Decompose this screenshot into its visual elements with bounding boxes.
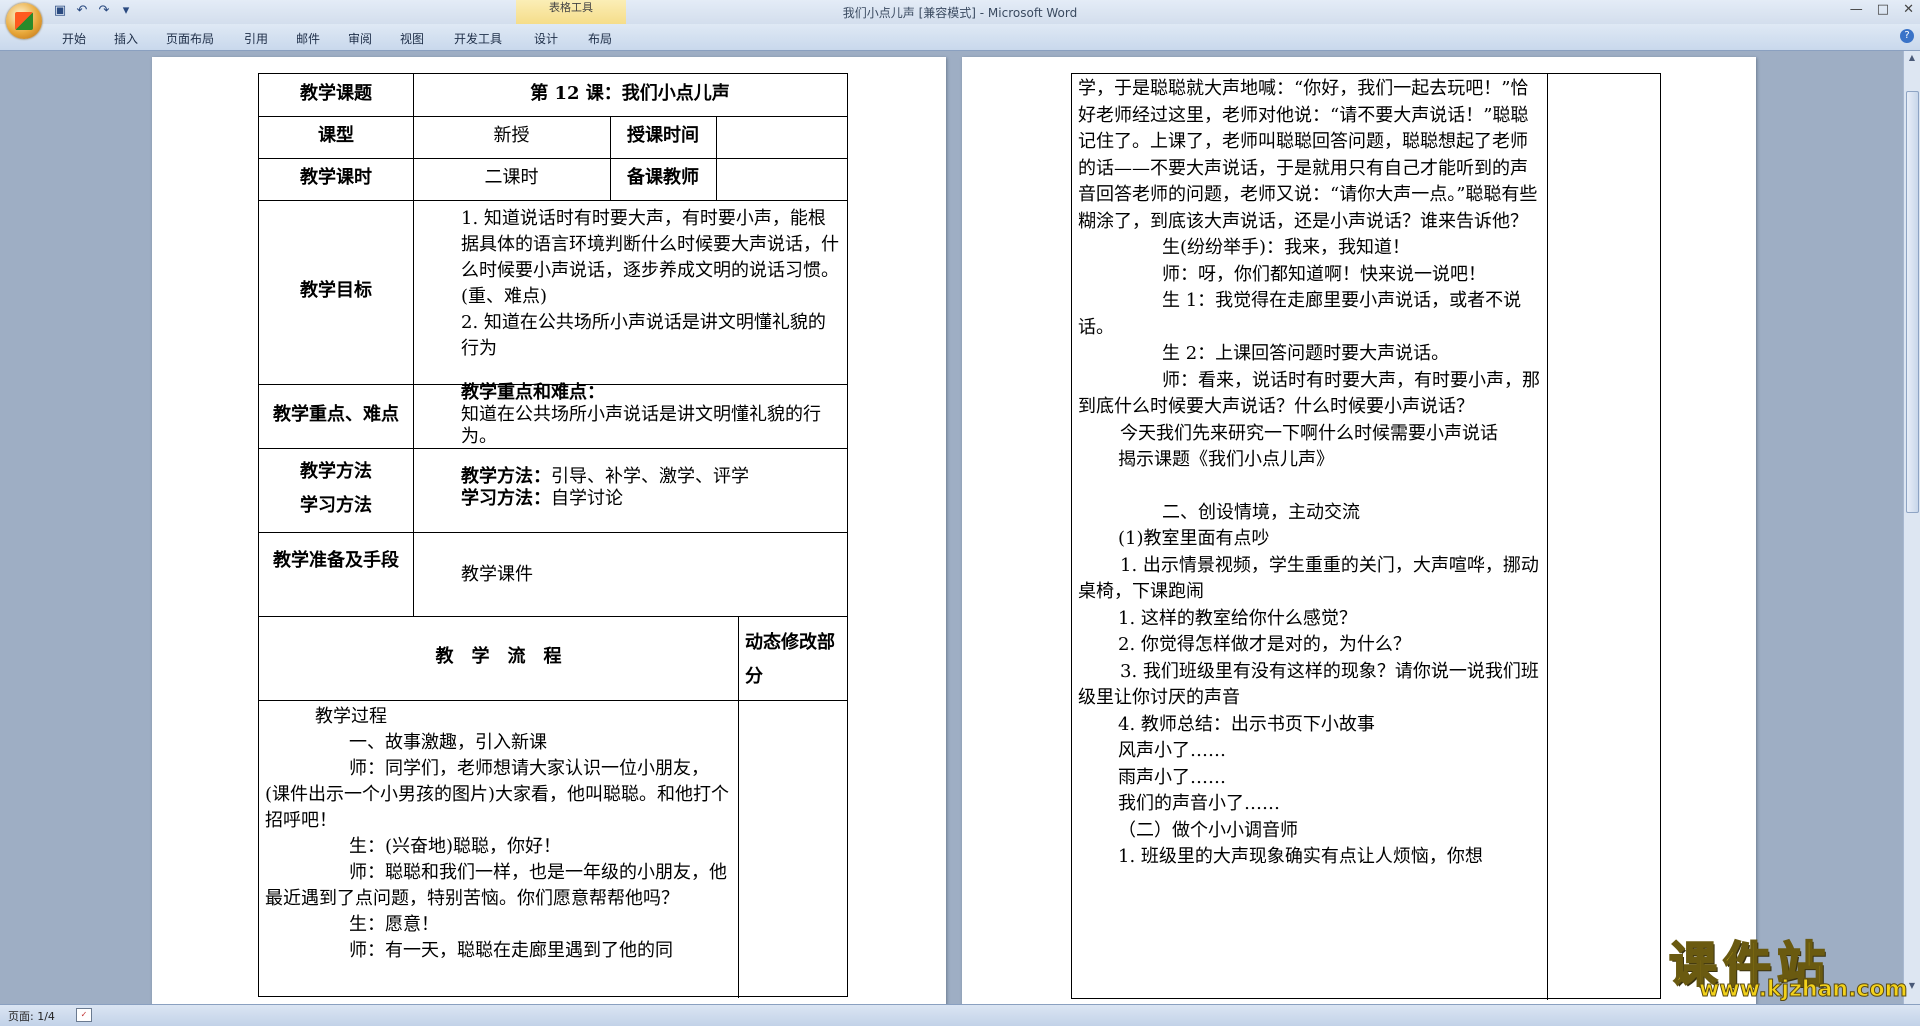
tab-developer[interactable]: 开发工具 bbox=[454, 30, 502, 47]
right-para-15: 3. 我们班级里有没有这样的现象？请你说一说我们班级里让你讨厌的声音 bbox=[1078, 660, 1539, 709]
document-workspace: 教学课题 第 12 课：我们小点儿声 课型 新授 授课时间 教学课时 二课时 备… bbox=[0, 51, 1904, 1004]
right-para-3: 师：呀，你们都知道啊！快来说一说吧！ bbox=[1162, 263, 1486, 285]
office-logo-icon bbox=[15, 12, 33, 30]
key-label: 教学重点、难点 bbox=[273, 404, 399, 425]
office-button[interactable] bbox=[6, 3, 42, 39]
window-controls: — □ ✕ bbox=[1850, 2, 1914, 17]
goal-text: 1. 知道说话时有时要大声，有时要小声，能根据具体的语言环境判断什么时候要大声说… bbox=[421, 206, 841, 362]
prep-label: 教学准备及手段 bbox=[273, 550, 399, 571]
process-text: 教学过程 一、故事激趣，引入新课 师：同学们，老师想请大家认识一位小朋友，(课件… bbox=[265, 704, 733, 964]
process-line-7: 师：有一天，聪聪在走廊里遇到了他的同 bbox=[349, 940, 673, 961]
process-line-2: 一、故事激趣，引入新课 bbox=[349, 732, 547, 753]
method-text: 教学方法：引导、补学、激学、评学 学习方法：自学讨论 bbox=[421, 466, 841, 510]
goal-1: 1. 知道说话时有时要大声，有时要小声，能根据具体的语言环境判断什么时候要大声说… bbox=[461, 208, 839, 307]
method-value-learn: 自学讨论 bbox=[551, 488, 623, 509]
type-value: 新授 bbox=[493, 125, 530, 146]
right-para-17: 风声小了…… bbox=[1118, 740, 1226, 761]
close-icon[interactable]: ✕ bbox=[1903, 2, 1914, 17]
watermark-url: www.kjzhan.com bbox=[1699, 977, 1909, 1003]
help-icon[interactable]: ? bbox=[1900, 29, 1914, 43]
method-value-teach: 引导、补学、激学、评学 bbox=[551, 466, 749, 487]
key-text: 教学重点和难点： 知道在公共场所小声说话是讲文明懂礼貌的行为。 bbox=[421, 382, 841, 448]
key-title: 教学重点和难点： bbox=[461, 382, 605, 403]
right-para-11: (1)教室里面有点吵 bbox=[1118, 528, 1270, 549]
right-para-12: 1. 出示情景视频，学生重重的关门，大声喧哗，挪动桌椅，下课跑闹 bbox=[1078, 554, 1539, 603]
method-labels: 教学方法 学习方法 bbox=[259, 455, 413, 523]
method-title-learn: 学习方法： bbox=[461, 488, 551, 509]
process-line-3: 师：同学们，老师想请大家认识一位小朋友，(课件出示一个小男孩的图片)大家看，他叫… bbox=[265, 758, 730, 831]
right-para-2: 生(纷纷举手)：我来，我知道！ bbox=[1162, 237, 1411, 258]
right-para-10: 二、创设情境，主动交流 bbox=[1162, 501, 1360, 523]
right-para-4: 生 1：我觉得在走廊里要小声说话，或者不说话。 bbox=[1078, 290, 1522, 338]
minimize-icon[interactable]: — bbox=[1850, 2, 1863, 17]
flow-label: 教 学 流 程 bbox=[435, 646, 562, 667]
process-line-4: 生：(兴奋地)聪聪，你好！ bbox=[349, 836, 562, 857]
key-content: 知道在公共场所小声说话是讲文明懂礼貌的行为。 bbox=[461, 404, 821, 447]
maximize-icon[interactable]: □ bbox=[1877, 2, 1889, 17]
method-label-teach: 教学方法 bbox=[300, 461, 372, 482]
right-para-21: 1. 班级里的大声现象确实有点让人烦恼，你想 bbox=[1118, 846, 1483, 867]
scroll-up-icon[interactable]: ▲ bbox=[1907, 53, 1917, 62]
kjzhan-watermark-logo: 课件站 www.kjzhan.com bbox=[1665, 925, 1909, 1005]
right-para-5: 生 2：上课回答问题时要大声说话。 bbox=[1162, 343, 1450, 364]
continued-table: 学，于是聪聪就大声地喊：“你好，我们一起去玩吧！”恰好老师经过这里，老师对他说：… bbox=[1071, 73, 1661, 1000]
right-para-13: 1. 这样的教室给你什么感觉？ bbox=[1118, 607, 1357, 629]
scroll-thumb[interactable] bbox=[1906, 91, 1919, 513]
dynamic-label: 动态修改部分 bbox=[745, 632, 835, 687]
process-line-1: 教学过程 bbox=[315, 706, 387, 727]
tab-references[interactable]: 引用 bbox=[244, 30, 268, 47]
hours-value: 二课时 bbox=[484, 167, 539, 188]
right-para-19: 我们的声音小了…… bbox=[1118, 793, 1280, 814]
right-para-1: 学，于是聪聪就大声地喊：“你好，我们一起去玩吧！”恰好老师经过这里，老师对他说：… bbox=[1078, 78, 1538, 232]
right-para-8: 揭示课题《我们小点儿声》 bbox=[1118, 449, 1334, 470]
page-right: 学，于是聪聪就大声地喊：“你好，我们一起去玩吧！”恰好老师经过这里，老师对他说：… bbox=[962, 57, 1756, 1004]
type-label: 课型 bbox=[318, 125, 354, 146]
tab-layout[interactable]: 布局 bbox=[588, 30, 612, 47]
right-para-14: 2. 你觉得怎样做才是对的，为什么？ bbox=[1118, 634, 1411, 655]
right-para-9 bbox=[1078, 474, 1540, 500]
scroll-down-icon[interactable]: ▼ bbox=[1907, 981, 1917, 990]
tab-mailings[interactable]: 邮件 bbox=[296, 30, 320, 47]
time-label: 授课时间 bbox=[627, 125, 699, 146]
proofing-icon[interactable]: ✓ bbox=[76, 1008, 92, 1022]
method-title-teach: 教学方法： bbox=[461, 466, 551, 487]
title-bar: ▣ ↶ ↷ ▾ 表格工具 我们小点儿声 [兼容模式] - Microsoft W… bbox=[0, 0, 1920, 25]
hours-label: 教学课时 bbox=[300, 167, 372, 188]
continued-text: 学，于是聪聪就大声地喊：“你好，我们一起去玩吧！”恰好老师经过这里，老师对他说：… bbox=[1078, 76, 1540, 871]
right-para-20: （二）做个小小调音师 bbox=[1118, 819, 1298, 841]
process-line-6: 生：愿意！ bbox=[349, 914, 439, 935]
tab-review[interactable]: 审阅 bbox=[348, 30, 372, 47]
window-title: 我们小点儿声 [兼容模式] - Microsoft Word bbox=[842, 6, 1078, 20]
status-bar: 页面: 1/4 ✓ bbox=[0, 1004, 1920, 1026]
process-line-5: 师：聪聪和我们一样，也是一年级的小朋友，他最近遇到了点问题，特别苦恼。你们愿意帮… bbox=[265, 862, 727, 909]
tab-home[interactable]: 开始 bbox=[62, 30, 86, 47]
tab-insert[interactable]: 插入 bbox=[114, 30, 138, 47]
tab-page-layout[interactable]: 页面布局 bbox=[166, 30, 214, 47]
method-label-learn: 学习方法 bbox=[300, 495, 372, 516]
ribbon-tabs: 开始 插入 页面布局 引用 邮件 审阅 视图 开发工具 设计 布局 ? bbox=[0, 24, 1920, 51]
teacher-label: 备课教师 bbox=[627, 167, 699, 188]
page-left: 教学课题 第 12 课：我们小点儿声 课型 新授 授课时间 教学课时 二课时 备… bbox=[152, 57, 946, 1004]
vertical-scrollbar[interactable]: ▲ ▼ bbox=[1903, 51, 1920, 1004]
goal-label: 教学目标 bbox=[300, 280, 372, 301]
tab-design[interactable]: 设计 bbox=[534, 30, 558, 47]
goal-2: 2. 知道在公共场所小声说话是讲文明懂礼貌的行为 bbox=[461, 312, 826, 359]
right-para-16: 4. 教师总结：出示书页下小故事 bbox=[1118, 713, 1375, 735]
right-para-7: 今天我们先来研究一下啊什么时候需要小声说话 bbox=[1120, 422, 1498, 444]
topic-value: 第 12 课：我们小点儿声 bbox=[530, 83, 730, 104]
tab-view[interactable]: 视图 bbox=[400, 30, 424, 47]
lesson-plan-table: 教学课题 第 12 课：我们小点儿声 课型 新授 授课时间 教学课时 二课时 备… bbox=[258, 73, 848, 998]
page-indicator[interactable]: 页面: 1/4 bbox=[8, 1008, 55, 1024]
topic-label: 教学课题 bbox=[300, 83, 372, 104]
right-para-18: 雨声小了…… bbox=[1118, 766, 1226, 788]
prep-value: 教学课件 bbox=[461, 564, 533, 585]
right-para-6: 师：看来，说话时有时要大声，有时要小声，那到底什么时候要大声说话？什么时候要小声… bbox=[1078, 369, 1540, 418]
